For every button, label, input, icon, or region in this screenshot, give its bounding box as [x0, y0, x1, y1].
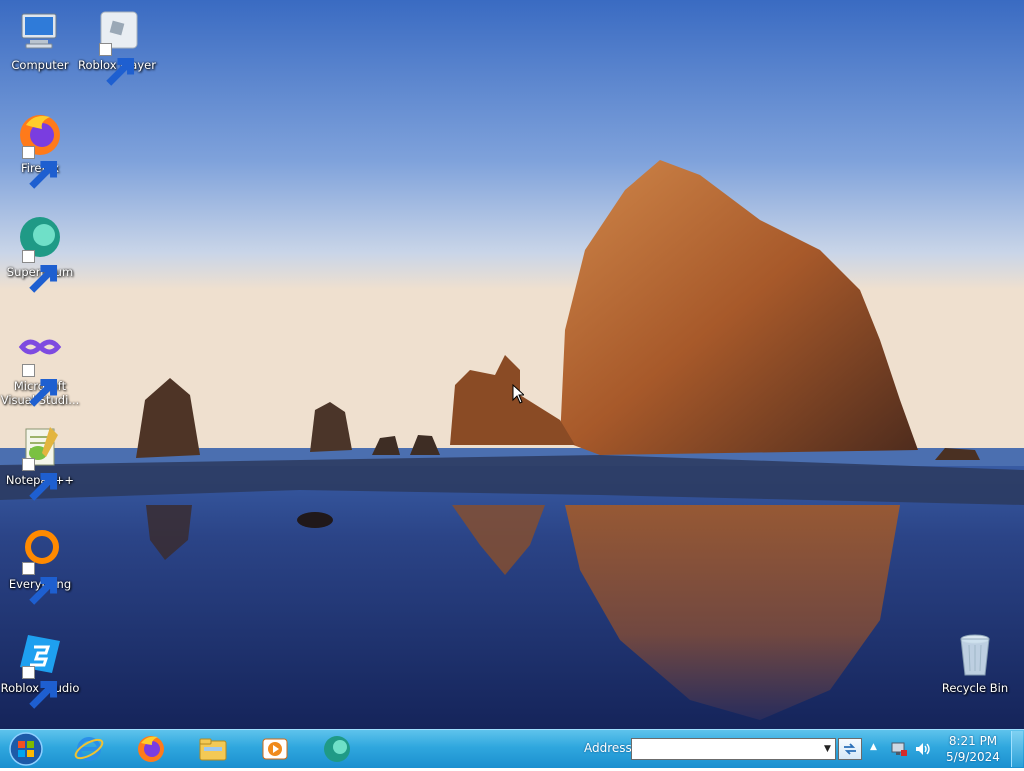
firefox-icon: [138, 736, 164, 762]
show-desktop-button[interactable]: [1011, 731, 1023, 767]
taskbar-internet-explorer[interactable]: [62, 732, 116, 766]
address-go-button[interactable]: [838, 738, 862, 760]
chevron-down-icon[interactable]: ▼: [820, 739, 835, 759]
shortcut-arrow-icon: [22, 250, 58, 293]
desktop-icon-notepadpp[interactable]: Notepad++: [0, 423, 80, 501]
file-explorer-icon: [199, 738, 227, 761]
show-hidden-icons-chevron[interactable]: ▲: [870, 742, 880, 754]
roblox-player-icon: [93, 8, 141, 86]
shortcut-arrow-icon: [22, 364, 58, 407]
desktop-icon-supermium[interactable]: Supermium: [0, 215, 80, 293]
icon-label: Recycle Bin: [941, 681, 1009, 695]
mouse-cursor-icon: [512, 384, 524, 404]
shortcut-arrow-icon: [22, 458, 58, 501]
taskbar-firefox[interactable]: [124, 732, 178, 766]
desktop-icon-visual-studio[interactable]: Microsoft Visual Studi...: [0, 329, 80, 407]
desktop-icon-roblox-studio[interactable]: Roblox Studio: [0, 631, 80, 709]
computer-icon: [16, 8, 64, 56]
taskbar-supermium[interactable]: [310, 732, 364, 766]
wallpaper-haystack-rock: [0, 0, 1024, 729]
taskbar-media-player[interactable]: [248, 732, 302, 766]
clock[interactable]: 8:21 PM 5/9/2024: [940, 733, 1006, 765]
clock-date: 5/9/2024: [946, 750, 1000, 764]
volume-icon[interactable]: [914, 740, 932, 758]
visual-studio-icon: [16, 329, 64, 407]
roblox-studio-icon: [16, 631, 64, 709]
desktop-icon-recycle-bin[interactable]: Recycle Bin: [935, 631, 1015, 695]
go-arrow-icon: [844, 743, 856, 755]
clock-time: 8:21 PM: [948, 734, 998, 748]
shortcut-arrow-icon: [22, 146, 58, 189]
desktop-icon-roblox-player[interactable]: Roblox Player: [77, 8, 157, 86]
windows-orb-icon: [9, 732, 43, 766]
address-label: Address: [584, 741, 632, 755]
taskbar-file-explorer[interactable]: [186, 732, 240, 766]
recycle-bin-icon: [951, 631, 999, 679]
desktop[interactable]: Computer Roblox Player Firefox Supermium…: [0, 0, 1024, 729]
taskbar: Address ▼ ▲ 8:21 PM 5/9/2024: [0, 729, 1024, 768]
media-player-icon: [262, 738, 288, 760]
internet-explorer-icon: [74, 737, 104, 761]
start-button[interactable]: [6, 731, 46, 767]
shortcut-arrow-icon: [22, 562, 58, 605]
everything-icon: [16, 527, 64, 605]
notepadpp-icon: [16, 423, 64, 501]
shortcut-arrow-icon: [22, 666, 58, 709]
shortcut-arrow-icon: [99, 43, 135, 86]
desktop-icon-firefox[interactable]: Firefox: [0, 111, 80, 189]
desktop-icon-everything[interactable]: Everything: [0, 527, 80, 605]
firefox-icon: [16, 111, 64, 189]
supermium-icon: [16, 215, 64, 293]
network-icon[interactable]: [890, 740, 908, 758]
address-input[interactable]: [631, 738, 836, 760]
icon-label: Computer: [11, 58, 69, 72]
supermium-icon: [324, 736, 350, 762]
desktop-icon-computer[interactable]: Computer: [0, 8, 80, 72]
